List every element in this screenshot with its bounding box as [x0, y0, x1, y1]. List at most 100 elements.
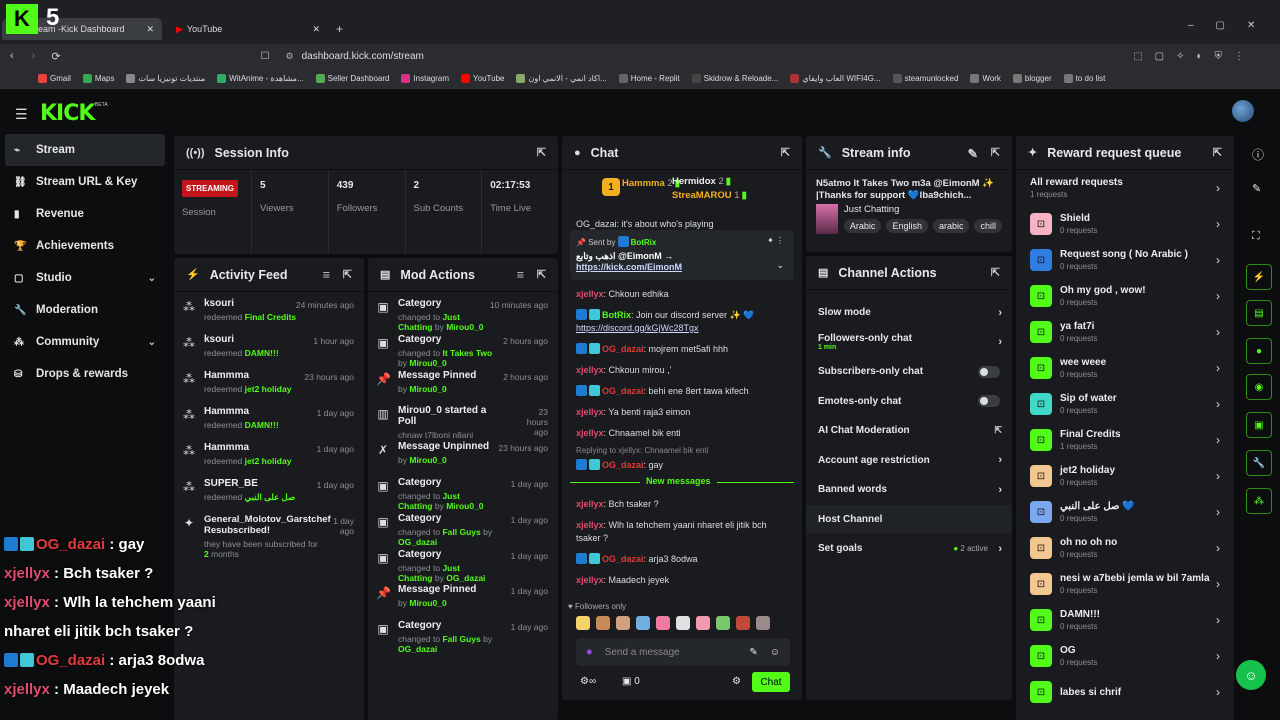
chat-bubble-icon[interactable]: ●	[1246, 338, 1272, 364]
back-icon[interactable]: ‹	[10, 50, 14, 62]
chat-message[interactable]: xjellyx: Chkoun edhika	[562, 284, 802, 305]
fullscreen-icon[interactable]: ⛶	[1252, 230, 1260, 243]
bookmark-item[interactable]: Maps	[82, 74, 114, 83]
sidebar-item-community[interactable]: ⁂ Community ⌄	[0, 326, 170, 358]
chat-message[interactable]: xjellyx: Bch tsaker ?	[562, 494, 802, 515]
reward-item[interactable]: ⊡ nesi w a7bebi jemla w bil 7amla 0 reques…	[1016, 566, 1234, 602]
chat-username[interactable]: xjellyx	[576, 575, 604, 585]
stream-tag[interactable]: English	[886, 219, 928, 233]
emote-icon[interactable]	[696, 616, 710, 630]
chat-username[interactable]: BotRix	[602, 310, 631, 320]
bookmark-item[interactable]: blogger	[1012, 74, 1052, 83]
sidebar-item-studio[interactable]: ▢ Studio ⌄	[0, 262, 170, 294]
mod-action-item[interactable]: ▣ Category changed to Fall Guys by OG_daza…	[368, 614, 558, 654]
pin-toggle-icon[interactable]: ✦ ⋮	[767, 236, 784, 245]
sidebar-item-drops-rewards[interactable]: ⛁ Drops & rewards	[0, 358, 170, 390]
chat-message[interactable]: BotRix: Join our discord server ✨ 💙 https…	[562, 305, 802, 339]
mod-action-item[interactable]: ✗ Message Unpinned by Mirou0_0 23 hours ago	[368, 435, 558, 471]
activity-item[interactable]: ⁂ SUPER_BE redeemed صل على النبي 1 day ago	[174, 472, 364, 508]
chat-username[interactable]: OG_dazai	[602, 344, 644, 354]
emote-icon[interactable]	[736, 616, 750, 630]
reward-item[interactable]: ⊡ labes si chrif ›	[1016, 674, 1234, 710]
popout-icon[interactable]: ⇱	[537, 146, 546, 159]
channel-action-ai-chat-moderation[interactable]: AI Chat Moderation ⇱	[806, 416, 1012, 446]
activity-item[interactable]: ⁂ Hammma redeemed jet2 holiday 1 day ago	[174, 436, 364, 472]
chat-username[interactable]: xjellyx	[576, 289, 604, 299]
emote-icon[interactable]	[596, 616, 610, 630]
activity-item[interactable]: ⁂ ksouri redeemed DAMN!!! 1 hour ago	[174, 328, 364, 364]
reward-item[interactable]: ⊡ DAMN!!! 0 requests ›	[1016, 602, 1234, 638]
chat-username[interactable]: OG_dazai	[602, 386, 644, 396]
mic-icon[interactable]: ●	[586, 646, 593, 658]
all-rewards-row[interactable]: All reward requests 1 requests ›	[1016, 170, 1234, 206]
reward-item[interactable]: ⊡ Sip of water 0 requests ›	[1016, 386, 1234, 422]
info-icon[interactable]: ⓘ	[1252, 146, 1264, 163]
mod-action-item[interactable]: ▣ Category changed to Fall Guys by OG_daza…	[368, 507, 558, 547]
channel-action-slow-mode[interactable]: Slow mode ›	[806, 298, 1012, 328]
channel-action-followers-only-chat[interactable]: Followers-only chat 1 min ›	[806, 328, 1012, 358]
mod-action-item[interactable]: 📌 Message Pinned by Mirou0_0 2 hours ago	[368, 364, 558, 400]
mod-action-item[interactable]: ▣ Category changed to Just Chatting by Mir…	[368, 292, 558, 332]
save-icon[interactable]: ▣	[1246, 412, 1272, 438]
sidebar-item-revenue[interactable]: ▮ Revenue	[0, 198, 170, 230]
reward-item[interactable]: ⊡ Shield 0 requests ›	[1016, 206, 1234, 242]
mod-action-item[interactable]: ▣ Category changed to Just Chatting by OG_…	[368, 543, 558, 583]
mod-action-item[interactable]: ▥ Mirou0_0 started a Poll chnaw t7lboni n8…	[368, 399, 558, 440]
close-icon[interactable]: ✕	[312, 24, 320, 35]
emote-icon[interactable]	[716, 616, 730, 630]
tab-youtube[interactable]: ▶ YouTube ✕	[168, 18, 328, 40]
emote-icon[interactable]	[576, 616, 590, 630]
top-gifter[interactable]: StreaMAROU 1 ▮	[672, 190, 747, 201]
emoji-icon[interactable]: ☺	[770, 647, 780, 658]
chat-username[interactable]: xjellyx	[576, 428, 604, 438]
reload-icon[interactable]: ⟳	[51, 50, 60, 63]
close-icon[interactable]: ✕	[146, 24, 154, 35]
top-gifter[interactable]: Hermidox 2 ▮	[672, 176, 731, 187]
sidebar-item-stream[interactable]: ⌁ Stream	[5, 134, 165, 166]
activity-item[interactable]: ⁂ ksouri redeemed Final Credits 24 minutes …	[174, 292, 364, 328]
chat-message[interactable]: OG_dazai: mojrem met5afi hhh	[562, 339, 802, 360]
reward-item[interactable]: ⊡ Final Credits 1 requests ›	[1016, 422, 1234, 458]
reward-item[interactable]: ⊡ صل على النبي 💙 0 requests ›	[1016, 494, 1234, 530]
chat-settings-icons[interactable]: ⚙∞	[580, 676, 596, 687]
gear-icon[interactable]: ⚙	[732, 676, 741, 687]
emote-icon[interactable]	[636, 616, 650, 630]
emote-icon[interactable]	[756, 616, 770, 630]
menu-icon[interactable]: ☰	[15, 106, 28, 123]
filter-icon[interactable]: ≡	[517, 268, 524, 282]
bookmark-item[interactable]: steamunlocked	[892, 74, 958, 83]
community-icon[interactable]: ⁂	[1246, 488, 1272, 514]
forward-icon[interactable]: ›	[32, 50, 36, 62]
send-chat-button[interactable]: Chat	[752, 672, 790, 692]
bookmark-item[interactable]: Instagram	[401, 74, 449, 83]
chat-link[interactable]: https://discord.gg/kGjWc28Tgx	[576, 323, 699, 333]
stream-tag[interactable]: chill	[974, 219, 1002, 233]
chat-message[interactable]: OG_dazai: arja3 8odwa	[562, 549, 802, 570]
bookmark-item[interactable]: to do list	[1063, 74, 1105, 83]
sidebar-item-stream-url-key[interactable]: ⛓ Stream URL & Key	[0, 166, 170, 198]
mod-action-item[interactable]: ▣ Category changed to Just Chatting by Mir…	[368, 471, 558, 511]
chat-username[interactable]: xjellyx	[576, 407, 604, 417]
chat-input[interactable]: ● Send a message ✎ ☺	[576, 638, 790, 666]
bookmark-item[interactable]: Home - Replit	[618, 74, 680, 83]
chevron-down-icon[interactable]: ⌄	[776, 260, 784, 271]
extension-icons[interactable]: ⬚▢✧◐⛨⋮	[1133, 51, 1256, 62]
chat-username[interactable]: xjellyx	[576, 520, 604, 530]
bookmark-item[interactable]: Seller Dashboard	[315, 74, 389, 83]
stream-tag[interactable]: arabic	[932, 219, 970, 233]
chat-message[interactable]: xjellyx: Wlh la tehchem yaani nharet eli…	[562, 515, 802, 549]
chat-message[interactable]: xjellyx: Chkoun mirou ,'	[562, 360, 802, 381]
reward-item[interactable]: ⊡ oh no oh no 0 requests ›	[1016, 530, 1234, 566]
bookmark-icon[interactable]: ☐	[261, 51, 270, 62]
popout-icon[interactable]: ⇱	[991, 266, 1000, 279]
channel-action-subscribers-only-chat[interactable]: Subscribers-only chat	[806, 357, 1012, 387]
chat-message[interactable]: xjellyx: Ya benti raja3 eimon	[562, 402, 802, 423]
toggle-switch[interactable]	[978, 395, 1000, 408]
stream-tag[interactable]: Arabic	[843, 219, 882, 233]
gift-icon[interactable]: ▣ 0	[622, 676, 640, 687]
toggle-switch[interactable]	[978, 365, 1000, 378]
channel-action-banned-words[interactable]: Banned words ›	[806, 475, 1012, 505]
edit-icon[interactable]: ✎	[968, 146, 978, 161]
translate-icon[interactable]: ✎	[749, 647, 757, 658]
document-icon[interactable]: ▤	[1246, 300, 1272, 326]
